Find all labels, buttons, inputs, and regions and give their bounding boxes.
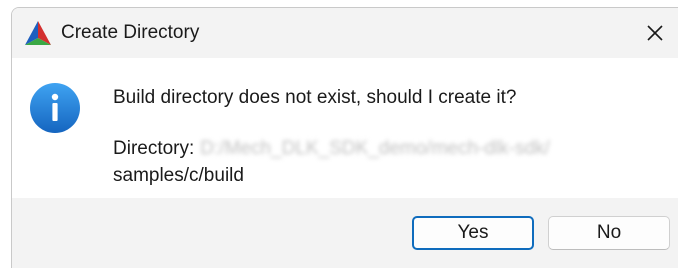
title-bar: Create Directory (12, 8, 678, 58)
cmake-triangle-icon (24, 20, 52, 46)
no-button[interactable]: No (548, 216, 670, 250)
close-icon (647, 25, 663, 41)
directory-path: samples/c/build (113, 165, 244, 186)
dialog-body: Build directory does not exist, should I… (12, 58, 678, 198)
directory-label: Directory: (113, 138, 195, 159)
close-button[interactable] (638, 16, 678, 50)
yes-button[interactable]: Yes (412, 216, 534, 250)
button-bar: Yes No (12, 198, 678, 268)
info-icon (29, 82, 81, 134)
create-directory-dialog: Create Directory Build directory does no… (11, 7, 678, 268)
directory-path-blurred: D:/Mech_DLK_SDK_demo/mech-dlk-sdk/ (200, 138, 550, 159)
window-title: Create Directory (61, 22, 200, 43)
directory-line: Directory: D:/Mech_DLK_SDK_demo/mech-dlk-… (113, 138, 550, 160)
message-text: Build directory does not exist, should I… (113, 87, 517, 108)
